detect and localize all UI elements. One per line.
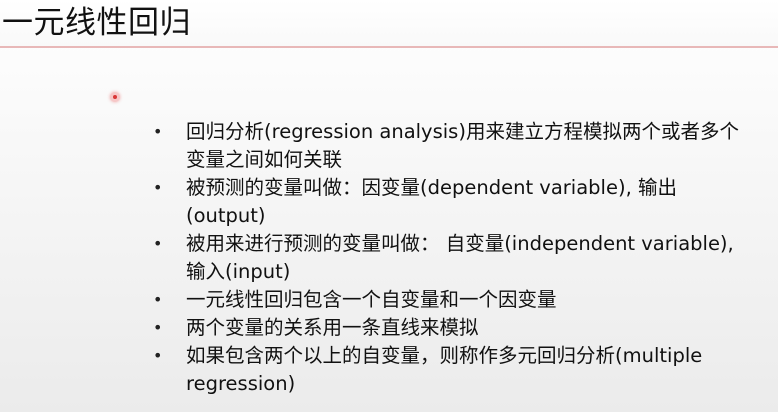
bullet-item-multiple-regression: • 如果包含两个以上的自变量，则称作多元回归分析(multiple regres… xyxy=(153,342,753,398)
bullet-dot-icon: • xyxy=(153,178,163,197)
laser-pointer-icon xyxy=(110,92,120,102)
bullet-item-independent-variable: • 被用来进行预测的变量叫做： 自变量(independent variable… xyxy=(153,230,753,286)
slide-title: 一元线性回归 xyxy=(2,5,191,41)
bullet-text: 被用来进行预测的变量叫做： 自变量(independent variable),… xyxy=(186,232,734,283)
bullet-text: 被预测的变量叫做：因变量(dependent variable), 输出(out… xyxy=(186,176,677,227)
bullet-dot-icon: • xyxy=(153,234,163,253)
slide-title-bar: 一元线性回归 xyxy=(0,0,778,46)
bullet-text: 两个变量的关系用一条直线来模拟 xyxy=(186,316,479,339)
bullet-list: • 回归分析(regression analysis)用来建立方程模拟两个或者多… xyxy=(153,118,753,398)
title-divider xyxy=(0,46,778,48)
bullet-dot-icon: • xyxy=(153,318,163,337)
bullet-text: 回归分析(regression analysis)用来建立方程模拟两个或者多个变… xyxy=(186,120,739,171)
bullet-dot-icon: • xyxy=(153,122,163,141)
bullet-item-straight-line-model: • 两个变量的关系用一条直线来模拟 xyxy=(153,314,753,342)
bullet-text: 一元线性回归包含一个自变量和一个因变量 xyxy=(186,288,557,311)
bullet-dot-icon: • xyxy=(153,346,163,365)
bullet-item-regression-analysis: • 回归分析(regression analysis)用来建立方程模拟两个或者多… xyxy=(153,118,753,174)
bullet-text: 如果包含两个以上的自变量，则称作多元回归分析(multiple regressi… xyxy=(186,344,703,395)
bullet-item-simple-linear-regression: • 一元线性回归包含一个自变量和一个因变量 xyxy=(153,286,753,314)
bullet-dot-icon: • xyxy=(153,290,163,309)
bullet-item-dependent-variable: • 被预测的变量叫做：因变量(dependent variable), 输出(o… xyxy=(153,174,753,230)
